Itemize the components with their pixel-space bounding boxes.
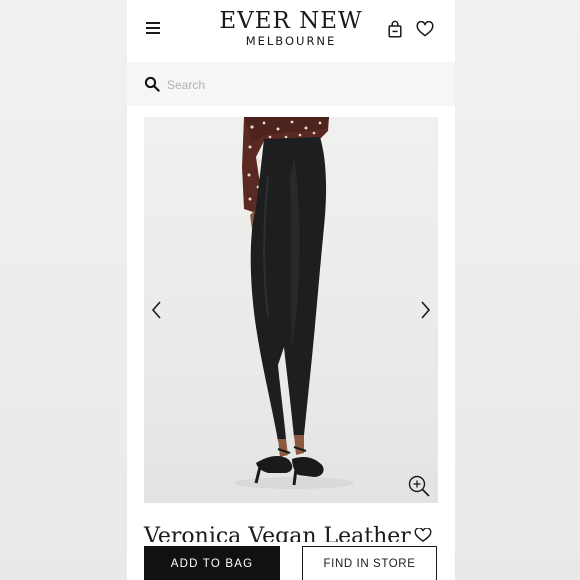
background-right — [455, 0, 580, 580]
mobile-page: EVER NEW MELBOURNE Search Veronica Vegan… — [127, 0, 455, 580]
heart-outline-icon[interactable] — [414, 528, 432, 542]
chevron-right-icon[interactable] — [418, 299, 432, 321]
shopping-bag-icon[interactable] — [388, 20, 402, 38]
brand-name: EVER NEW — [219, 8, 363, 34]
product-photo — [234, 117, 354, 489]
heart-icon[interactable] — [416, 21, 434, 37]
search-input[interactable] — [165, 73, 439, 97]
brand-logo[interactable]: EVER NEW MELBOURNE — [127, 8, 455, 48]
product-image[interactable] — [144, 117, 438, 503]
brand-subtitle: MELBOURNE — [245, 34, 337, 48]
find-in-store-button[interactable]: FIND IN STORE — [302, 546, 437, 580]
zoom-in-icon[interactable] — [407, 474, 431, 498]
chevron-left-icon[interactable] — [150, 299, 164, 321]
search-bar — [127, 62, 455, 106]
background-left — [0, 0, 127, 580]
add-to-bag-button[interactable]: ADD TO BAG — [144, 546, 280, 580]
action-bar: ADD TO BAG FIND IN STORE — [127, 542, 455, 580]
product-title: Veronica Vegan Leather — [144, 524, 411, 549]
search-icon[interactable] — [144, 76, 160, 92]
site-header: EVER NEW MELBOURNE — [127, 0, 455, 62]
